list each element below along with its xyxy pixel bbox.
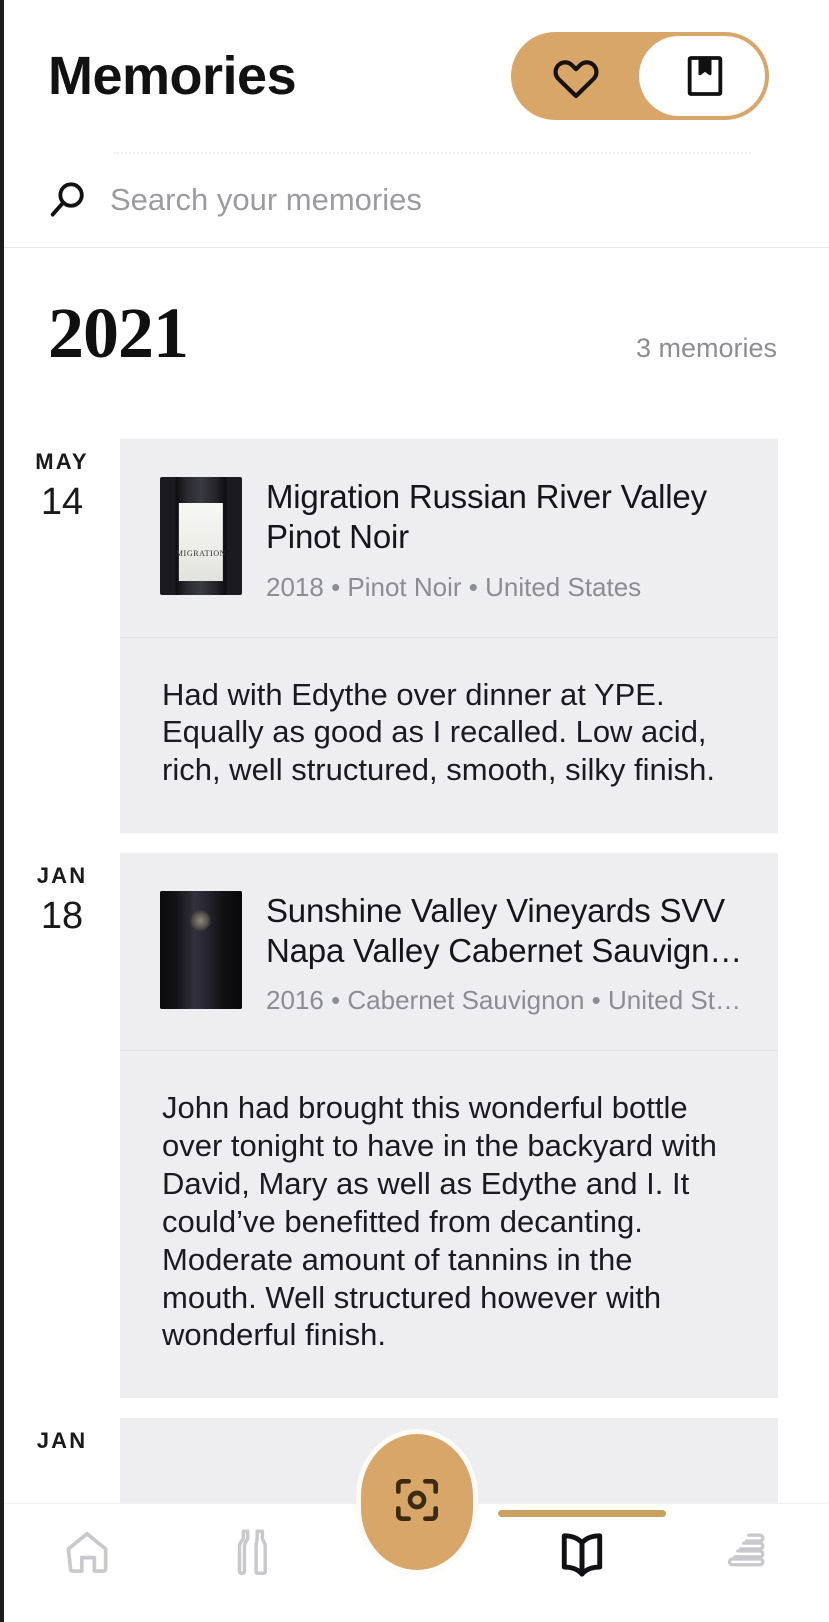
favorites-journal-toggle[interactable]: [511, 32, 769, 120]
home-icon: [61, 1526, 113, 1583]
memories-scroll-area[interactable]: 2021 3 memories MAY 14 MIGRATION Migrati…: [4, 249, 829, 1622]
wine-title: Migration Russian River Valley Pinot Noi…: [266, 478, 707, 556]
memory-card[interactable]: Sunshine Valley Vineyards SVV Napa Valle…: [120, 852, 778, 1399]
stacked-cellar-icon: [722, 1526, 772, 1581]
memory-entry[interactable]: MAY 14 MIGRATION Migration Russian River…: [4, 439, 829, 833]
memory-card[interactable]: MIGRATION Migration Russian River Valley…: [120, 439, 778, 833]
wine-meta: 2016 • Cabernet Sauvignon • United St…: [266, 985, 741, 1016]
entry-day: 18: [40, 894, 84, 937]
wine-meta: 2018 • Pinot Noir • United States: [266, 571, 642, 602]
entry-day: 14: [40, 481, 84, 523]
wine-bottle-thumbnail: [160, 890, 242, 1009]
bottles-icon: [226, 1526, 278, 1583]
heart-icon: [550, 52, 602, 100]
bookmark-book-icon: [682, 51, 728, 101]
toggle-option-favorites[interactable]: [511, 32, 640, 120]
memory-card-header[interactable]: MIGRATION Migration Russian River Valley…: [120, 439, 778, 638]
entry-month: JAN: [36, 862, 88, 888]
nav-item-cellar[interactable]: [664, 1526, 829, 1581]
search-input[interactable]: [110, 181, 610, 218]
memory-note: John had brought this wonderful bottle o…: [162, 1090, 717, 1353]
nav-item-journal[interactable]: [497, 1510, 666, 1587]
nav-item-bottles[interactable]: [169, 1526, 334, 1583]
search-dotted-divider: [114, 152, 751, 154]
memories-screen: Memories Search your memories 2021 3 mem…: [0, 0, 829, 1622]
wine-title: Sunshine Valley Vineyards SVV Napa Valle…: [266, 891, 743, 970]
search-bar[interactable]: [4, 152, 829, 248]
active-tab-indicator: [497, 1510, 666, 1517]
entry-date: JAN 18: [4, 853, 120, 1398]
memory-card-header[interactable]: Sunshine Valley Vineyards SVV Napa Valle…: [120, 853, 778, 1052]
year-header: 2021 3 memories: [4, 249, 829, 369]
year-label: 2021: [48, 293, 189, 373]
scan-button[interactable]: [360, 1434, 473, 1570]
entry-month: JAN: [36, 1428, 88, 1454]
entry-month: MAY: [35, 449, 89, 474]
scan-frame-icon: [389, 1472, 445, 1533]
entry-date: MAY 14: [4, 439, 120, 833]
toggle-option-journal[interactable]: [640, 32, 769, 120]
memory-note: Had with Edythe over dinner at YPE. Equa…: [162, 676, 716, 788]
memory-entry[interactable]: JAN 18 Sunshine Valley Vineyards SVV Nap…: [4, 852, 829, 1399]
nav-item-home[interactable]: [4, 1526, 169, 1583]
open-book-icon: [554, 1526, 610, 1587]
bottle-label-text: MIGRATION: [175, 548, 227, 558]
search-icon: [40, 177, 96, 223]
page-title: Memories: [48, 46, 297, 106]
wine-bottle-thumbnail: MIGRATION: [160, 477, 242, 595]
screen-header: Memories: [4, 0, 829, 152]
memory-count: 3 memories: [635, 333, 777, 363]
